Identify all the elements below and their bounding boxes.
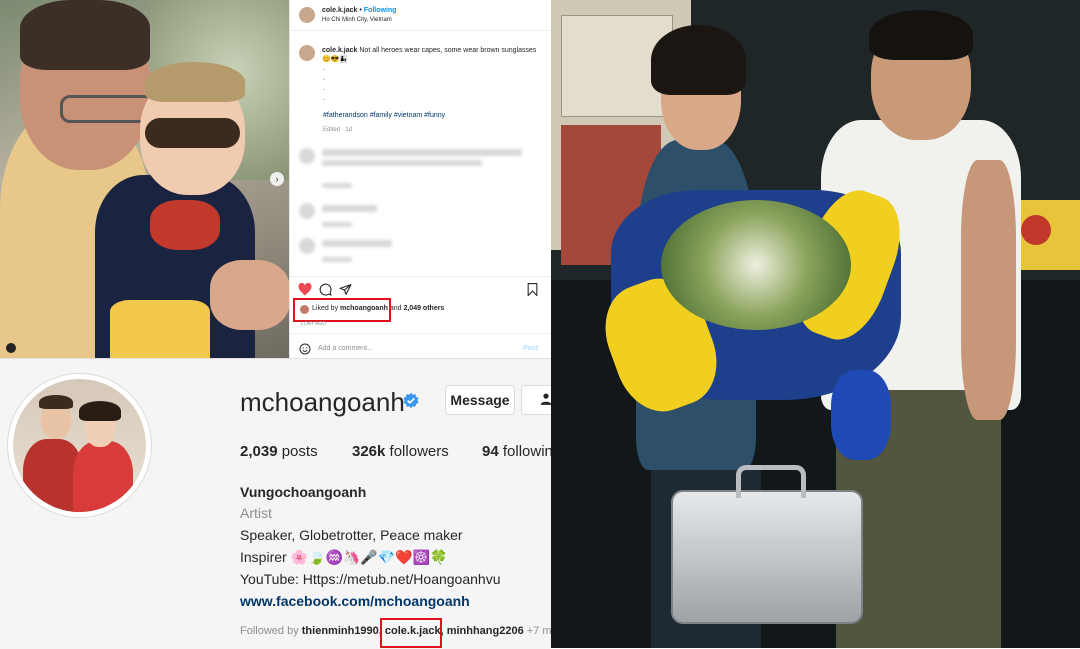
blurred-comment-avatar [299, 238, 315, 254]
profile-avatar[interactable] [7, 373, 152, 518]
post-header-dot: • [359, 7, 362, 14]
caption-emojis: 😊😎👨‍👦 [322, 56, 349, 63]
posts-count: 2,039 [240, 443, 278, 460]
post-header-avatar[interactable] [299, 7, 315, 23]
bio-line-2: Inspirer 🌸🍃♒🦄🎤💎❤️☸️🍀 [240, 549, 447, 566]
blurred-comment [322, 160, 482, 166]
post-photo-father-son: › [0, 0, 289, 358]
instagram-post-panel: cole.k.jack • Following Ho Chi Minh City… [289, 0, 552, 358]
bio-emojis: 🌸🍃♒🦄🎤💎❤️☸️🍀 [290, 549, 448, 565]
post-header-divider [290, 30, 552, 31]
chevron-right-icon[interactable]: › [270, 172, 284, 186]
posts-label: posts [281, 443, 318, 460]
followed-by-more[interactable]: +7 mo [527, 625, 551, 637]
actions-divider [290, 276, 552, 277]
vintage-photo-couple [551, 0, 1080, 648]
caption-dot: . [323, 75, 325, 82]
liked-by-others[interactable]: 2,049 others [403, 305, 444, 312]
followers-count: 326k [352, 443, 386, 460]
followers-stat[interactable]: 326k followers [352, 443, 449, 460]
post-location[interactable]: Ho Chi Minh City, Vietnam [322, 17, 392, 23]
bookmark-icon[interactable] [527, 283, 538, 301]
comment-input[interactable]: Add a comment... [318, 345, 373, 352]
person-icon [539, 392, 551, 409]
caption-avatar[interactable] [299, 45, 315, 61]
caption-dot: . [323, 95, 325, 102]
profile-website-link[interactable]: www.facebook.com/mchoangoanh [240, 593, 470, 609]
caption-dot: . [323, 85, 325, 92]
blurred-comment [322, 205, 377, 212]
tag-people-icon[interactable] [6, 343, 16, 353]
bio-line-1: Speaker, Globetrotter, Peace maker [240, 527, 463, 543]
post-time: 1 DAY AGO [300, 321, 327, 327]
followed-by-user[interactable]: minhhang2206 [447, 625, 524, 637]
blurred-comment [322, 222, 352, 227]
blurred-comment [322, 183, 352, 188]
post-header-username[interactable]: cole.k.jack [322, 7, 357, 14]
follow-dropdown-button[interactable] [521, 385, 551, 415]
verified-icon [402, 392, 420, 415]
following-count: 94 [482, 443, 499, 460]
highlight-box-liked-by [293, 298, 391, 322]
profile-username: mchoangoanh [240, 387, 405, 417]
following-button[interactable]: Following [364, 7, 397, 14]
caption-text: Not all heroes wear capes, some wear bro… [359, 47, 537, 54]
following-stat[interactable]: 94 followin [482, 443, 551, 460]
profile-name: Vungochoangoanh [240, 484, 367, 500]
post-comment-button[interactable]: Post [523, 345, 538, 352]
caption-edited: Edited · 1d [323, 127, 353, 133]
comment-divider [290, 333, 552, 334]
carousel-dots [135, 350, 155, 354]
caption-dot: . [323, 65, 325, 72]
liked-by-suffix: and [389, 305, 402, 312]
message-button[interactable]: Message [445, 385, 515, 415]
posts-stat: 2,039 posts [240, 443, 318, 460]
profile-category: Artist [240, 505, 272, 521]
bio-line-3: YouTube: Https://metub.net/Hoangoanhvu [240, 571, 501, 587]
following-label: followin [502, 443, 551, 460]
blurred-comment [322, 149, 522, 156]
followed-by-prefix: Followed by [240, 625, 299, 637]
followers-label: followers [389, 443, 449, 460]
blurred-comment-avatar [299, 203, 315, 219]
blurred-comment [322, 240, 392, 247]
highlight-box-followed-by [380, 618, 442, 648]
bio-inspirer: Inspirer [240, 549, 287, 565]
instagram-profile-panel: mchoangoanh Message 2,039 posts 326k fol… [0, 358, 551, 649]
followed-by-user[interactable]: thienminh1990, [302, 625, 382, 637]
caption-hashtags[interactable]: #fatherandson #family #vietnam #funny [323, 112, 445, 119]
caption-username[interactable]: cole.k.jack [322, 47, 357, 54]
blurred-comment-avatar [299, 148, 315, 164]
blurred-comment [322, 257, 352, 262]
